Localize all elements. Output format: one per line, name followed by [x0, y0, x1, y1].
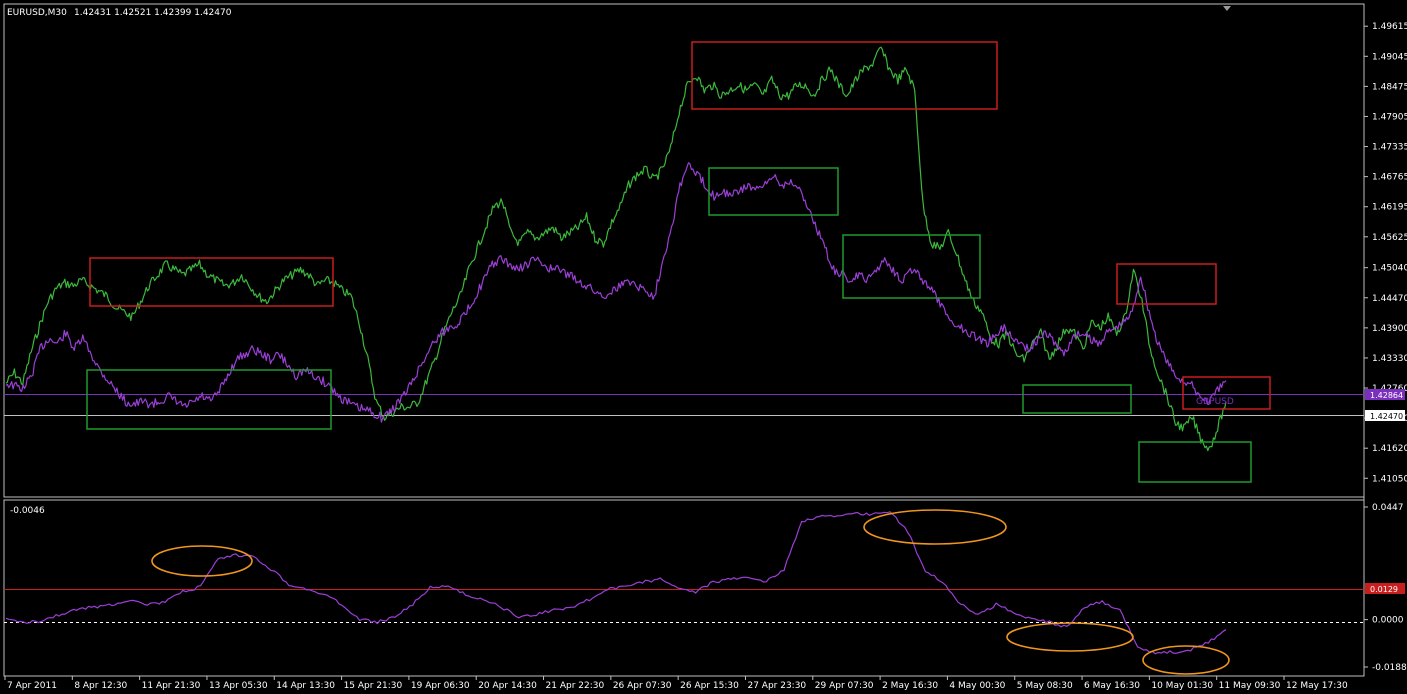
indicator-tick-label: 0.0000 [1372, 616, 1404, 626]
price-tick-label: 1.49615 [1372, 22, 1407, 32]
time-tick-label: 5 May 08:30 [1017, 681, 1073, 691]
price-tick-label: 1.41050 [1372, 474, 1407, 484]
price-tick-label: 1.45040 [1372, 264, 1407, 274]
time-axis: 7 Apr 2011 8 Apr 12:30 11 Apr 21:30 13 Apr … [4, 676, 1348, 691]
time-tick-label: 6 May 16:30 [1084, 681, 1140, 691]
indicator-tick-label: -0.0188 [1372, 663, 1407, 673]
time-tick-label: 2 May 16:30 [882, 681, 938, 691]
time-tick-label: 13 Apr 05:30 [209, 681, 268, 691]
level-tag-text: 0.0129 [1370, 585, 1398, 594]
time-tick-label: 11 Apr 21:30 [142, 681, 201, 691]
time-tick-label: 20 Apr 14:30 [478, 681, 537, 691]
price-tick-label: 1.41620 [1372, 444, 1407, 454]
time-tick-label: 8 Apr 12:30 [74, 681, 127, 691]
gbpusd-overlay-label: GBPUSD [1196, 397, 1234, 407]
main-pane[interactable] [3, 3, 1365, 498]
price-tick-label: 1.46765 [1372, 173, 1407, 183]
symbol-label: EURUSD,M30 [7, 8, 67, 18]
price-tick-label: 1.43900 [1372, 324, 1407, 334]
time-tick-label: 12 May 17:30 [1286, 681, 1348, 691]
price-tick-label: 1.45625 [1372, 233, 1407, 243]
time-tick-label: 21 Apr 22:30 [546, 681, 605, 691]
price-tick-label: 1.44470 [1372, 294, 1407, 304]
time-tick-label: 14 Apr 13:30 [276, 681, 335, 691]
price-tick-label: 1.49045 [1372, 52, 1407, 62]
indicator-tick-label: 0.0447 [1372, 503, 1404, 513]
ohlc-readout: 1.42431 1.42521 1.42399 1.42470 [74, 8, 232, 18]
trading-chart[interactable]: EURUSD,M30 1.42431 1.42521 1.42399 1.424… [0, 0, 1407, 694]
time-tick-label: 7 Apr 2011 [7, 681, 57, 691]
price-tick-label: 1.46195 [1372, 203, 1407, 213]
price-tick-label: 1.47905 [1372, 112, 1407, 122]
time-tick-label: 19 Apr 06:30 [411, 681, 470, 691]
price-tick-label: 1.48475 [1372, 82, 1407, 92]
current-price-tag-text: 1.42470 [1370, 412, 1403, 421]
time-tick-label: 11 May 09:30 [1219, 681, 1281, 691]
time-tick-label: 15 Apr 21:30 [344, 681, 403, 691]
time-tick-label: 29 Apr 07:30 [815, 681, 874, 691]
overlay-price-tag-text: 1.42864 [1370, 391, 1403, 400]
indicator-value: -0.0046 [10, 506, 45, 516]
time-tick-label: 4 May 00:30 [949, 681, 1005, 691]
time-tick-label: 10 May 01:30 [1151, 681, 1213, 691]
price-tick-label: 1.47335 [1372, 143, 1407, 153]
time-tick-label: 27 Apr 23:30 [747, 681, 806, 691]
time-tick-label: 26 Apr 07:30 [613, 681, 672, 691]
price-tick-label: 1.43330 [1372, 354, 1407, 364]
time-tick-label: 26 Apr 15:30 [680, 681, 739, 691]
